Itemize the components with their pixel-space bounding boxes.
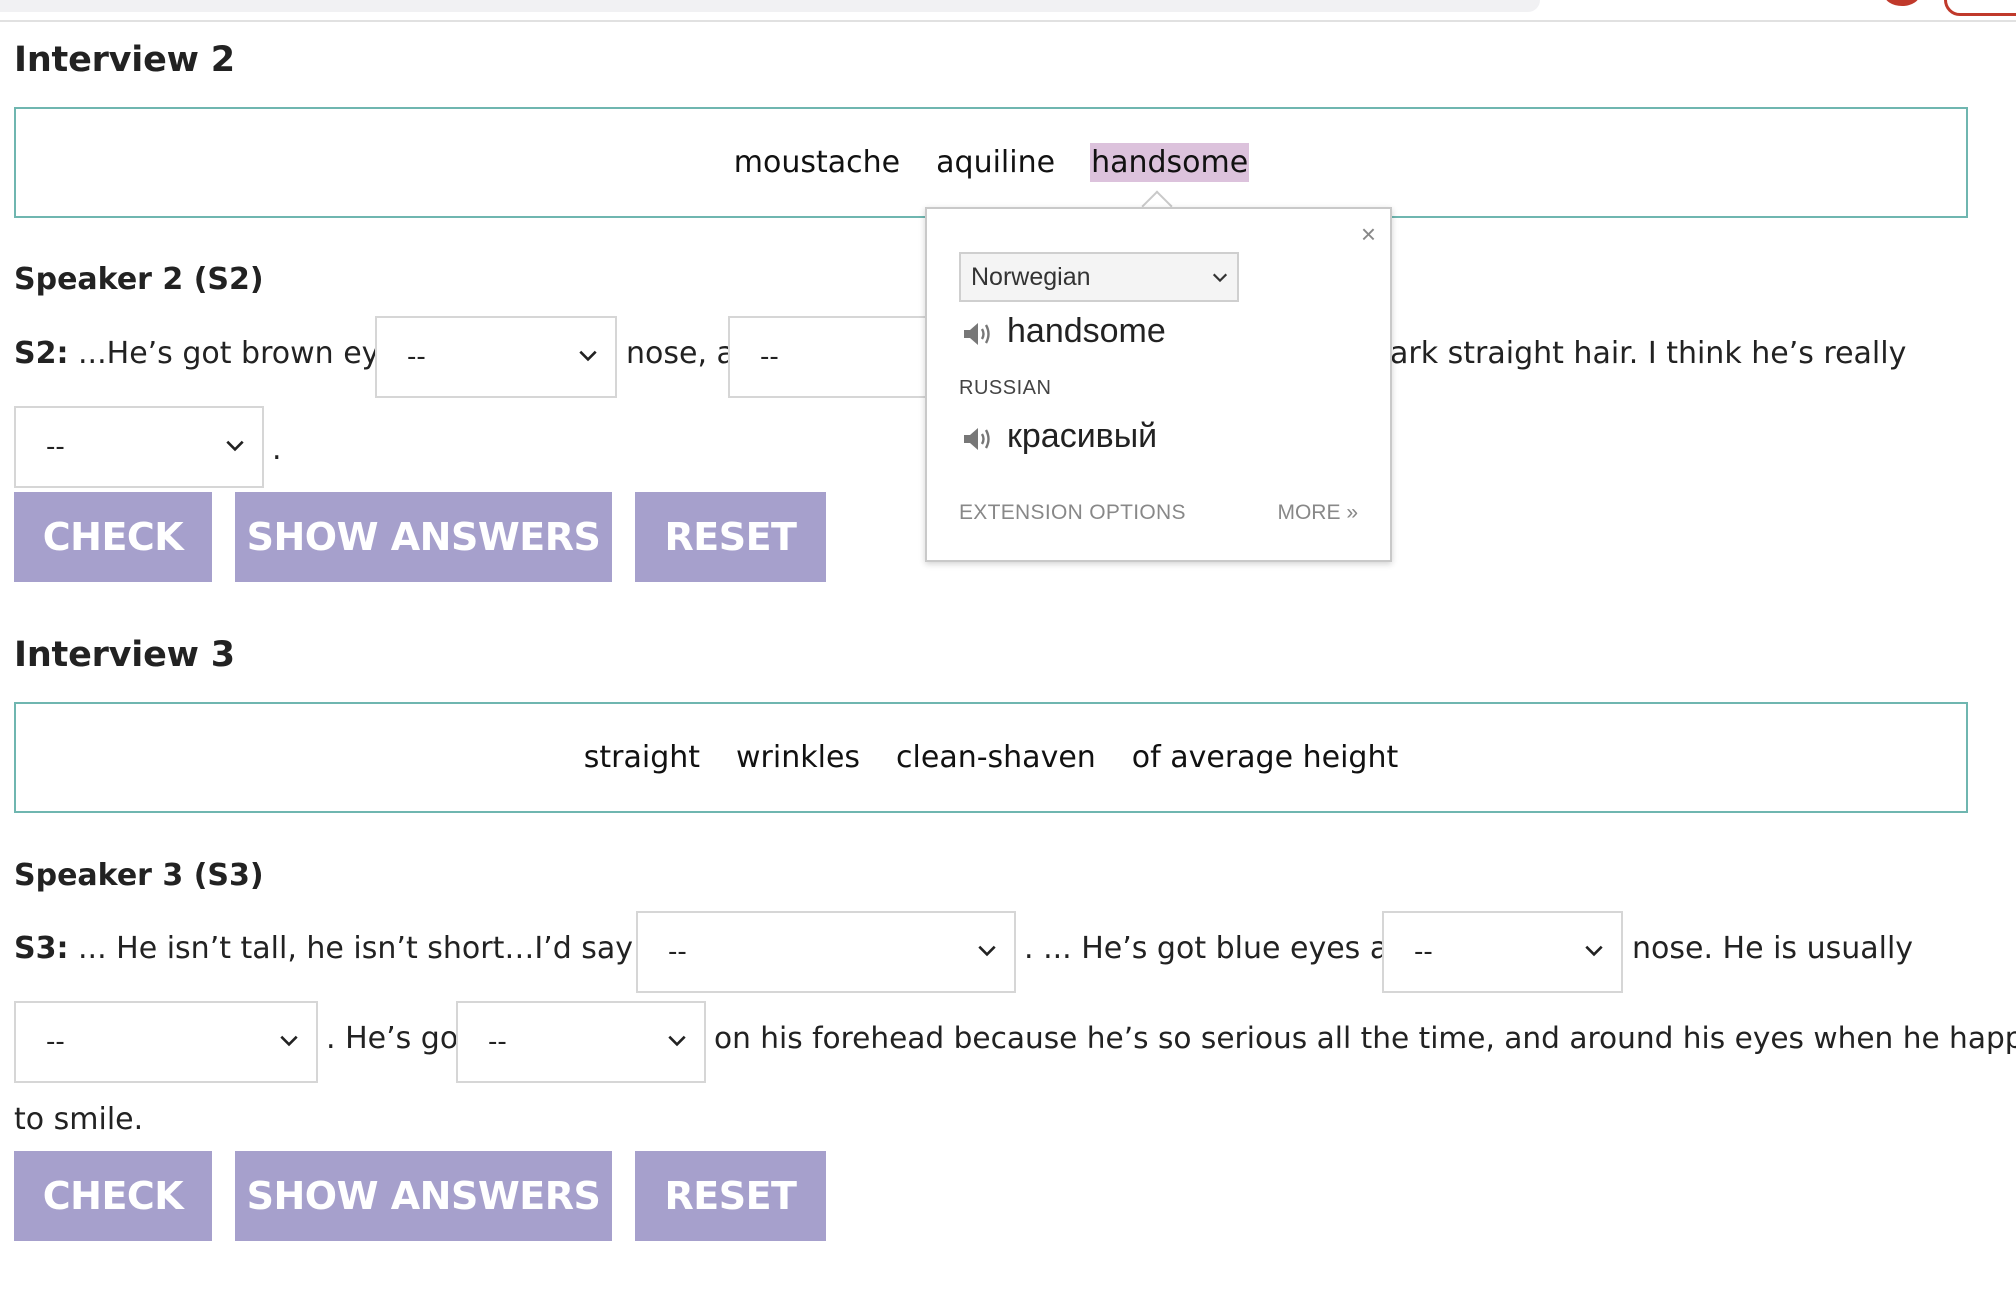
word-bank-interview-2: moustache aquiline handsome bbox=[14, 107, 1968, 218]
show-answers-button[interactable]: SHOW ANSWERS bbox=[235, 1151, 612, 1241]
dropdown-value: -- bbox=[407, 342, 426, 372]
translate-popup: × Norwegian handsome RUSSIAN красивый EX… bbox=[925, 207, 1392, 562]
chevron-down-icon bbox=[226, 440, 244, 452]
speaker-2-heading: Speaker 2 (S2) bbox=[14, 262, 264, 297]
word-bank-interview-3: straight wrinkles clean-shaven of averag… bbox=[14, 702, 1968, 813]
chevron-down-icon bbox=[668, 1035, 686, 1047]
sentence-text: on his forehead because he’s so serious … bbox=[714, 1021, 2016, 1055]
dropdown-value: -- bbox=[46, 432, 65, 462]
word-bank-item: straight bbox=[583, 740, 701, 775]
chevron-down-icon bbox=[978, 945, 996, 957]
word-bank-item: moustache bbox=[733, 145, 901, 180]
browser-toolbar-edge bbox=[0, 0, 1540, 12]
answer-dropdown[interactable]: -- bbox=[375, 316, 617, 398]
extension-options-link[interactable]: EXTENSION OPTIONS bbox=[959, 501, 1186, 525]
answer-dropdown[interactable]: -- bbox=[456, 1001, 706, 1083]
dropdown-value: -- bbox=[1414, 937, 1433, 967]
sentence-text: to smile. bbox=[14, 1102, 144, 1137]
source-language-select[interactable]: Norwegian bbox=[959, 252, 1239, 302]
chevron-down-icon bbox=[280, 1035, 298, 1047]
interview-3-title: Interview 3 bbox=[14, 635, 235, 675]
speaker-icon[interactable] bbox=[961, 319, 993, 349]
reset-button[interactable]: RESET bbox=[635, 1151, 826, 1241]
sentence-text: nose, a bbox=[626, 336, 735, 371]
speaker-icon[interactable] bbox=[961, 424, 993, 454]
dropdown-value: -- bbox=[46, 1027, 65, 1057]
sentence-text: ark straight hair. I think he’s really bbox=[1390, 336, 1907, 371]
sentence-text: . ... He’s got blue eyes and bbox=[1024, 931, 1427, 966]
interview-2-title: Interview 2 bbox=[14, 40, 235, 80]
speaker-tag: S3: bbox=[14, 931, 69, 966]
sentence-text: . He’s got bbox=[326, 1021, 470, 1056]
word-bank-item: clean-shaven bbox=[896, 740, 1096, 775]
sentence-text: nose. He is usually bbox=[1632, 931, 1914, 966]
check-button[interactable]: CHECK bbox=[14, 1151, 212, 1241]
word-bank-item: aquiline bbox=[936, 145, 1056, 180]
check-button[interactable]: CHECK bbox=[14, 492, 212, 582]
translated-word: красивый bbox=[1007, 417, 1158, 455]
answer-dropdown[interactable]: -- bbox=[14, 406, 264, 488]
dropdown-value: -- bbox=[668, 937, 687, 967]
close-icon[interactable]: × bbox=[1361, 219, 1376, 250]
profile-avatar-icon[interactable] bbox=[1884, 0, 1920, 6]
show-answers-button[interactable]: SHOW ANSWERS bbox=[235, 492, 612, 582]
answer-dropdown[interactable]: -- bbox=[728, 316, 928, 398]
reset-button[interactable]: RESET bbox=[635, 492, 826, 582]
dropdown-value: -- bbox=[760, 342, 779, 372]
answer-dropdown[interactable]: -- bbox=[1382, 911, 1623, 993]
answer-dropdown[interactable]: -- bbox=[14, 1001, 318, 1083]
divider bbox=[0, 20, 2016, 22]
speaker-3-heading: Speaker 3 (S3) bbox=[14, 858, 264, 893]
answer-dropdown[interactable]: -- bbox=[636, 911, 1016, 993]
browser-button-edge[interactable] bbox=[1944, 0, 2016, 16]
word-bank-item: of average height bbox=[1131, 740, 1399, 775]
chevron-down-icon bbox=[579, 350, 597, 362]
chevron-down-icon bbox=[1212, 273, 1228, 283]
speaker-tag: S2: bbox=[14, 336, 69, 371]
dropdown-value: -- bbox=[488, 1027, 507, 1057]
sentence-text: ...He’s got brown eyes, bbox=[68, 336, 424, 371]
target-language-label: RUSSIAN bbox=[959, 377, 1052, 399]
source-word: handsome bbox=[1007, 312, 1166, 350]
word-bank-item: wrinkles bbox=[736, 740, 861, 775]
sentence-line: S3: ... He isn’t tall, he isn’t short…I’… bbox=[14, 931, 714, 966]
source-language-value: Norwegian bbox=[971, 263, 1091, 291]
chevron-down-icon bbox=[1585, 945, 1603, 957]
sentence-end: . bbox=[272, 432, 282, 467]
sentence-line: S2: ...He’s got brown eyes, bbox=[14, 336, 423, 371]
more-link[interactable]: MORE » bbox=[1277, 501, 1358, 525]
sentence-text: ... He isn’t tall, he isn’t short…I’d sa… bbox=[68, 931, 714, 966]
word-bank-item-selected[interactable]: handsome bbox=[1090, 143, 1250, 182]
